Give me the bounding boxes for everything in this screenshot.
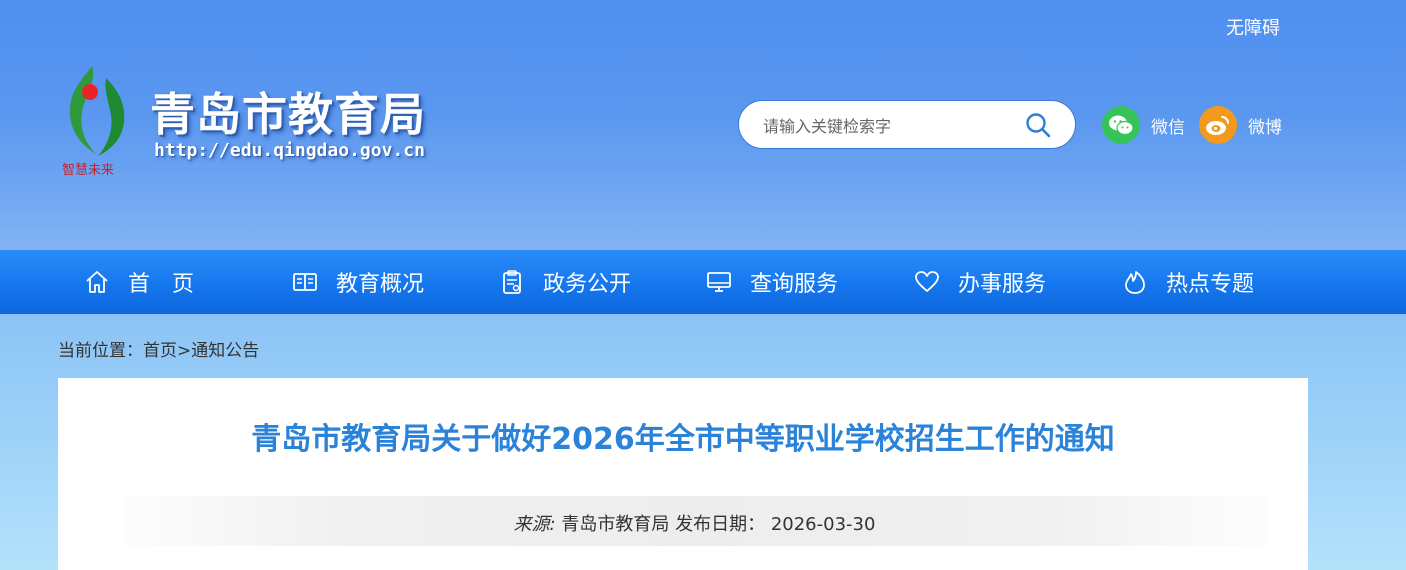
clipboard-icon [499, 269, 525, 295]
wechat-label: 微信 [1151, 117, 1185, 138]
site-header: 无障碍 智慧未来 青岛市教育局 http://edu.qingdao.gov.c… [0, 0, 1406, 250]
nav-item-query-services[interactable]: 查询服务 [706, 250, 838, 314]
article-title: 青岛市教育局关于做好2026年全市中等职业学校招生工作的通知 [251, 422, 1115, 457]
logo-slogan: 智慧未来 [62, 162, 114, 178]
date-value: 2026-03-30 [770, 514, 876, 535]
book-icon [292, 269, 318, 295]
main-nav: 首 页 教育概况 政务公开 查询服务 办事服务 热点专题 [0, 250, 1406, 314]
weibo-label: 微博 [1248, 117, 1282, 138]
flame-icon [1122, 269, 1148, 295]
nav-label: 首 页 [128, 272, 195, 297]
date-label: 发布日期： [675, 514, 766, 535]
nav-item-home[interactable]: 首 页 [84, 250, 194, 314]
accessibility-link[interactable]: 无障碍 [1226, 14, 1280, 40]
nav-label: 教育概况 [336, 272, 425, 297]
breadcrumb-prefix: 当前位置： [58, 341, 143, 361]
site-title: 青岛市教育局 [150, 88, 427, 141]
source-label: 来源: [513, 514, 556, 535]
article-meta-bar: 来源: 青岛市教育局 发布日期： 2026-03-30 [123, 496, 1266, 546]
nav-item-hot-topics[interactable]: 热点专题 [1122, 250, 1254, 314]
weibo-link[interactable]: 微博 [1199, 106, 1282, 144]
wechat-link[interactable]: 微信 [1102, 106, 1185, 144]
breadcrumb-separator: > [177, 341, 192, 361]
home-icon [84, 269, 110, 295]
nav-label: 热点专题 [1166, 272, 1255, 297]
monitor-icon [706, 269, 732, 295]
nav-item-service-handling[interactable]: 办事服务 [914, 250, 1046, 314]
breadcrumb-home-link[interactable]: 首页 [143, 341, 177, 361]
wechat-icon [1102, 106, 1140, 144]
heart-icon [914, 269, 940, 295]
weibo-icon [1199, 106, 1237, 144]
breadcrumb-current-link[interactable]: 通知公告 [191, 341, 259, 361]
search-input[interactable] [761, 111, 1015, 141]
nav-label: 政务公开 [543, 272, 632, 297]
article-meta: 来源: 青岛市教育局 发布日期： 2026-03-30 [123, 510, 1266, 536]
nav-label: 办事服务 [958, 272, 1047, 297]
breadcrumb: 当前位置：首页>通知公告 [58, 336, 259, 361]
site-url: http://edu.qingdao.gov.cn [154, 140, 425, 161]
nav-label: 查询服务 [750, 272, 839, 297]
search-box [738, 100, 1076, 149]
article-card: 青岛市教育局关于做好2026年全市中等职业学校招生工作的通知 来源: 青岛市教育… [58, 378, 1308, 570]
nav-item-government-affairs[interactable]: 政务公开 [499, 250, 631, 314]
source-value: 青岛市教育局 [561, 514, 670, 535]
search-icon[interactable] [1025, 112, 1051, 138]
logo-icon: 智慧未来 [62, 66, 125, 178]
nav-item-education-overview[interactable]: 教育概况 [292, 250, 424, 314]
